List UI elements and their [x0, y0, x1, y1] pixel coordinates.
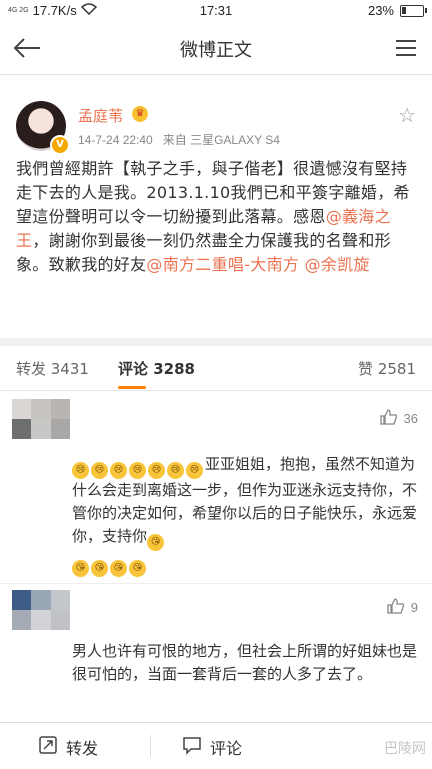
crying-emoji-icon: 😢 [72, 462, 89, 479]
comment-bubble-icon [182, 735, 202, 759]
active-tab-indicator [118, 386, 146, 389]
member-crown-icon: ♛ [132, 106, 148, 122]
kiss-emoji-icon: 😘 [129, 560, 146, 577]
comment-item: 9 男人也许有可恨的地方，但社会上所谓的好姐妹也是很可怕的，当面一套背后一套的人… [0, 584, 432, 723]
kiss-emoji-icon: 😘 [110, 560, 127, 577]
status-bar: 4G 2G 17.7K/s 17:31 23% [0, 0, 432, 22]
favorite-star-icon[interactable]: ☆ [398, 103, 416, 127]
comment-like[interactable]: 9 [387, 598, 418, 617]
thumbs-up-icon [387, 598, 405, 617]
divider [150, 735, 151, 757]
kiss-emoji-icon: 😘 [72, 560, 89, 577]
kiss-emoji-icon: 😘 [147, 534, 165, 551]
interaction-tabs: 转发 3431 评论 3288 赞 2581 [0, 346, 432, 391]
author-name[interactable]: 孟庭苇 [78, 105, 123, 126]
mention-link[interactable]: @余凯旋 [305, 255, 370, 274]
crying-emoji-icon: 😢 [110, 462, 127, 479]
comment-text: 😢 😢 😢 😢 😢 😢 😢 亚亚姐姐，抱抱，虽然不知道为什么会走到离婚这一步，但作为亚迷永远支… [72, 453, 420, 577]
crying-emoji-icon: 😢 [91, 462, 108, 479]
comment-item: 36 😢 😢 😢 😢 😢 😢 😢 亚亚姐姐，抱抱，虽然不知道为什么会走到离婚这一步，但作为亚迷… [0, 391, 432, 584]
comment-like[interactable]: 36 [379, 409, 418, 428]
post-source: 来自 三星GALAXY S4 [162, 133, 280, 147]
crying-emoji-icon: 😢 [186, 462, 203, 479]
kiss-emoji-icon: 😘 [91, 560, 108, 577]
weibo-post: V 孟庭苇 ♛ 14-7-24 22:40 来自 三星GALAXY S4 ☆ 我… [0, 75, 432, 338]
tab-likes[interactable]: 赞 2581 [358, 358, 416, 379]
thumbs-up-icon [379, 409, 398, 428]
crying-emoji-icon: 😢 [148, 462, 165, 479]
comment-button[interactable]: 评论 [182, 735, 242, 759]
page-title: 微博正文 [180, 40, 252, 61]
post-text: 我們曾經期許【執子之手，與子偕老】很遺憾沒有堅持走下去的人是我。2013.1.1… [16, 157, 420, 277]
more-menu-icon[interactable] [394, 38, 418, 58]
comment-label: 评论 [210, 739, 243, 758]
post-meta: 14-7-24 22:40 来自 三星GALAXY S4 [78, 131, 280, 148]
like-count: 9 [410, 600, 418, 615]
battery-icon [400, 4, 427, 17]
verified-badge-icon: V [50, 135, 70, 155]
post-date: 14-7-24 22:40 [78, 133, 153, 147]
repost-label: 转发 [66, 739, 99, 758]
tab-comments[interactable]: 评论 3288 [118, 358, 195, 379]
like-count: 36 [403, 411, 418, 426]
crying-emoji-icon: 😢 [129, 462, 146, 479]
crying-emoji-icon: 😢 [167, 462, 184, 479]
bottom-action-bar: 转发 评论 [0, 722, 432, 769]
commenter-avatar-blurred[interactable] [12, 399, 70, 439]
mention-link[interactable]: @南方二重唱-大南方 [146, 255, 299, 274]
commenter-avatar-blurred[interactable] [12, 590, 70, 630]
repost-icon [38, 735, 58, 759]
nav-bar: 微博正文 [0, 22, 432, 75]
tab-repost[interactable]: 转发 3431 [16, 358, 89, 379]
site-watermark: 巴陵网 [384, 741, 426, 757]
battery-percent: 23% [367, 3, 394, 18]
comment-text: 男人也许有可恨的地方，但社会上所谓的好姐妹也是很可怕的，当面一套背后一套的人多了… [72, 642, 418, 683]
repost-button[interactable]: 转发 [38, 735, 98, 759]
